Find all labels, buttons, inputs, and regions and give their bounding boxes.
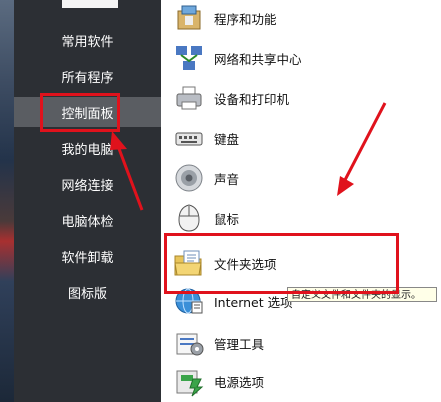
programs-features-icon — [173, 2, 205, 34]
cp-item-keyboard[interactable]: 键盘 — [173, 122, 435, 154]
sidebar-item-uninstall[interactable]: 软件卸载 — [14, 241, 161, 271]
keyboard-icon — [173, 122, 205, 154]
cp-item-devices-printers[interactable]: 设备和打印机 — [173, 82, 435, 114]
printer-icon — [173, 82, 205, 114]
network-sharing-icon — [173, 42, 205, 74]
cp-item-power-options[interactable]: 电源选项 — [173, 365, 435, 397]
sidebar-menu: 常用软件 所有程序 控制面板 我的电脑 网络连接 电脑体检 软件卸载 图标版 — [14, 0, 161, 402]
menu-top-box — [62, 0, 118, 8]
cp-item-sound[interactable]: 声音 — [173, 162, 435, 194]
admin-tools-icon — [173, 327, 205, 359]
sidebar-item-pc-checkup[interactable]: 电脑体检 — [14, 205, 161, 235]
cp-item-admin-tools[interactable]: 管理工具 — [173, 327, 435, 359]
background-photo-strip — [0, 0, 14, 402]
annotation-box-folder-options — [164, 233, 399, 294]
mouse-icon — [173, 202, 205, 234]
sidebar-item-common-software[interactable]: 常用软件 — [14, 25, 161, 55]
control-panel-list: 程序和功能 网络和共享中心 设备和打印机 键盘 声音 鼠标 文件夹选项 Inte… — [161, 0, 441, 402]
annotation-box-control-panel — [40, 93, 120, 132]
sidebar-item-all-programs[interactable]: 所有程序 — [14, 61, 161, 91]
sidebar-item-my-computer[interactable]: 我的电脑 — [14, 133, 161, 163]
cp-item-programs[interactable]: 程序和功能 — [173, 2, 435, 34]
cp-item-mouse[interactable]: 鼠标 — [173, 202, 435, 234]
sidebar-item-network-connection[interactable]: 网络连接 — [14, 169, 161, 199]
sidebar-item-icon-view[interactable]: 图标版 — [14, 277, 161, 307]
power-options-icon — [173, 365, 205, 397]
speaker-icon — [173, 162, 205, 194]
cp-item-network[interactable]: 网络和共享中心 — [173, 42, 435, 74]
